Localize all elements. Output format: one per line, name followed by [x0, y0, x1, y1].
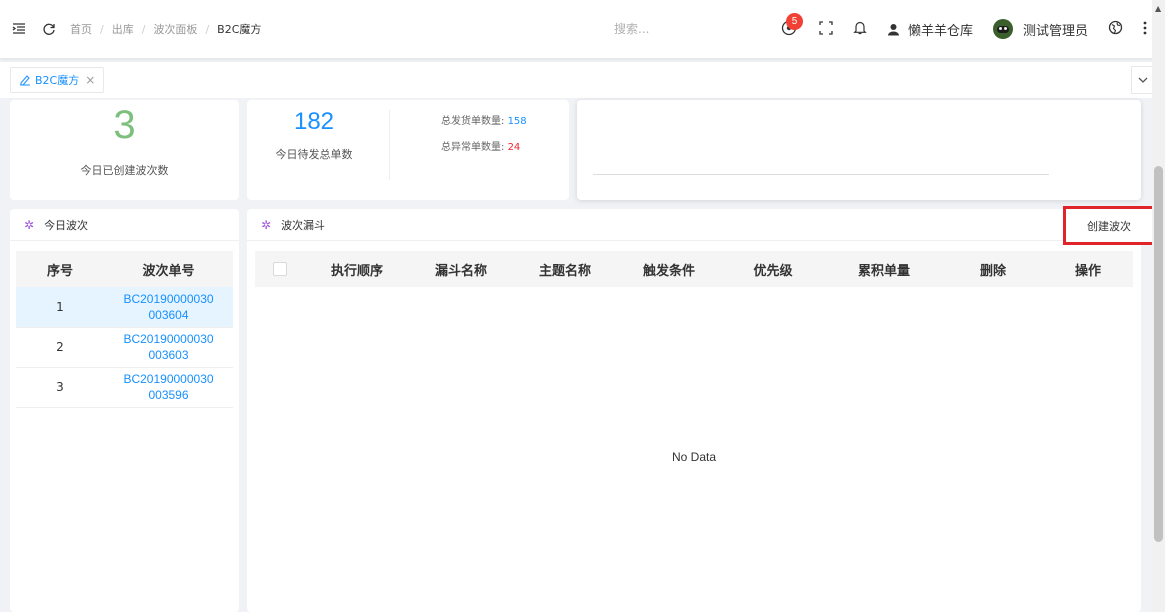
- wave-funnel-panel: ✲ 波次漏斗 执行顺序 漏斗名称 主题名称 触发条件 优先级 累积单量 删除 操…: [247, 209, 1141, 612]
- created-waves-card: 3 今日已创建波次数: [10, 100, 239, 200]
- row-index: 3: [16, 367, 104, 408]
- search-input[interactable]: 搜索...: [614, 20, 649, 37]
- close-icon[interactable]: ×: [85, 73, 95, 87]
- col-funnel-name: 漏斗名称: [434, 263, 487, 279]
- funnel-table-header: 执行顺序 漏斗名称 主题名称 触发条件 优先级 累积单量 删除 操作: [255, 251, 1133, 287]
- pending-orders-card: 182 今日待发总单数 总发货单数量: 158 总异常单数量: 24: [247, 100, 569, 200]
- today-waves-header: ✲ 今日波次: [10, 209, 239, 241]
- shipped-stat: 总发货单数量: 158: [441, 112, 527, 127]
- col-priority: 优先级: [753, 263, 793, 279]
- chart-card: [577, 100, 1141, 200]
- chevron-down-icon: [1138, 77, 1148, 83]
- breadcrumb-outbound[interactable]: 出库: [112, 21, 134, 37]
- username: 测试管理员: [1022, 23, 1088, 39]
- breadcrumb: 首页 / 出库 / 波次面板 / B2C魔方: [70, 21, 262, 37]
- shipped-label: 总发货单数量:: [441, 116, 505, 127]
- user-menu[interactable]: 测试管理员: [992, 19, 1088, 39]
- breadcrumb-wave-panel[interactable]: 波次面板: [153, 21, 197, 37]
- col-wave-no: 波次单号: [104, 251, 233, 287]
- created-waves-count: 3: [113, 103, 136, 147]
- wave-number-link[interactable]: BC20190000030 003604: [104, 287, 233, 328]
- exception-label: 总异常单数量:: [441, 142, 505, 153]
- stat-divider: [389, 110, 390, 180]
- empty-text: No Data: [671, 450, 717, 464]
- table-row[interactable]: 1 BC20190000030 003604: [16, 287, 233, 328]
- funnel-title: 波次漏斗: [281, 218, 326, 232]
- today-waves-title: 今日波次: [44, 218, 89, 232]
- warehouse-name: 懒羊羊仓库: [907, 23, 973, 39]
- exception-value: 24: [507, 142, 521, 153]
- today-waves-panel: ✲ 今日波次 序号 波次单号 1 BC20190000030003604 2: [10, 209, 239, 612]
- warehouse-switch[interactable]: 懒羊羊仓库: [887, 20, 973, 39]
- menu-fold-icon[interactable]: [8, 18, 30, 40]
- bulb-icon: ✲: [24, 217, 35, 232]
- refresh-icon[interactable]: [38, 18, 60, 40]
- today-waves-table: 序号 波次单号 1 BC20190000030 003604 2 BC201900…: [16, 251, 233, 408]
- col-trigger: 触发条件: [642, 263, 695, 279]
- notice-target-icon[interactable]: 5: [781, 12, 803, 39]
- page-scrollbar[interactable]: ▲: [1152, 0, 1165, 612]
- pending-orders-label: 今日待发总单数: [275, 148, 353, 161]
- scroll-up-icon[interactable]: ▲: [1155, 4, 1161, 13]
- create-wave-button[interactable]: 创建波次: [1063, 206, 1155, 245]
- wave-number-link[interactable]: BC20190000030 003603: [104, 327, 233, 368]
- scroll-thumb[interactable]: [1154, 166, 1163, 542]
- tab-b2c-cube[interactable]: B2C魔方 ×: [10, 67, 105, 93]
- col-index: 序号: [16, 251, 104, 287]
- globe-icon[interactable]: [1108, 20, 1123, 38]
- bulb-icon: ✲: [261, 217, 272, 232]
- col-theme-name: 主题名称: [538, 263, 591, 279]
- breadcrumb-home[interactable]: 首页: [70, 21, 92, 37]
- table-row[interactable]: 2 BC20190000030 003603: [16, 327, 233, 368]
- table-row[interactable]: 3 BC20190000030 003596: [16, 367, 233, 408]
- row-index: 1: [16, 287, 104, 328]
- row-index: 2: [16, 327, 104, 368]
- fullscreen-icon[interactable]: [819, 20, 833, 38]
- select-all-checkbox[interactable]: [273, 262, 287, 276]
- created-waves-label: 今日已创建波次数: [80, 164, 169, 177]
- exception-stat: 总异常单数量: 24: [441, 138, 520, 153]
- wave-number-link[interactable]: BC20190000030 003596: [104, 367, 233, 408]
- avatar: [992, 19, 1013, 39]
- more-vertical-icon[interactable]: [1143, 21, 1147, 38]
- col-accumulated: 累积单量: [857, 263, 910, 279]
- col-action: 操作: [1074, 263, 1101, 279]
- shipped-value: 158: [507, 116, 527, 127]
- pending-orders-count: 182: [293, 108, 335, 135]
- breadcrumb-current: B2C魔方: [217, 23, 262, 36]
- tabs-bar: B2C魔方 ×: [0, 62, 1165, 98]
- user-icon: [887, 23, 899, 35]
- cube-icon: [20, 75, 30, 86]
- notification-badge: 5: [785, 12, 803, 30]
- top-header: 首页 / 出库 / 波次面板 / B2C魔方 搜索... 5 懒羊羊仓库 测试管…: [0, 0, 1165, 58]
- bell-icon[interactable]: [853, 20, 867, 38]
- tab-label: B2C魔方: [35, 74, 80, 87]
- funnel-header: ✲ 波次漏斗: [247, 209, 1141, 241]
- col-exec-order: 执行顺序: [330, 263, 383, 279]
- chart-baseline: [593, 174, 1049, 175]
- col-delete: 删除: [979, 263, 1006, 279]
